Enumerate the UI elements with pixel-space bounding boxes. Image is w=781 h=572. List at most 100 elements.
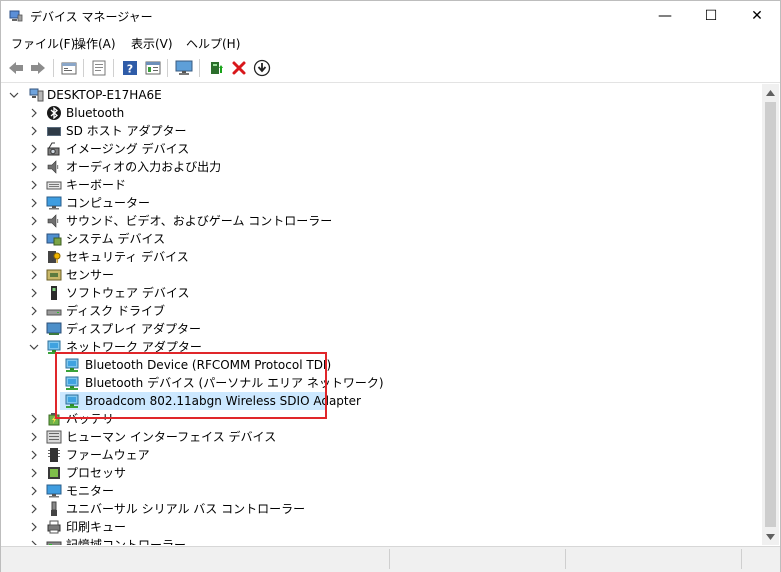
sd-host-icon bbox=[46, 123, 62, 139]
tree-item-label: コンピューター bbox=[66, 196, 151, 210]
tree-category[interactable]: ヒューマン インターフェイス デバイス bbox=[2, 428, 762, 446]
menu-file[interactable]: ファイル(F) bbox=[11, 35, 75, 52]
toolbar-separator bbox=[53, 59, 54, 77]
expand-chevron-right-icon[interactable] bbox=[28, 215, 40, 227]
security-key-icon bbox=[46, 249, 62, 265]
tree-category[interactable]: ソフトウェア デバイス bbox=[2, 284, 762, 302]
expand-chevron-right-icon[interactable] bbox=[28, 323, 40, 335]
computer-root-icon bbox=[28, 87, 44, 103]
hid-icon bbox=[46, 429, 62, 445]
annotation-highlight-box bbox=[55, 352, 327, 419]
tree-item-label: SD ホスト アダプター bbox=[66, 124, 187, 138]
tree-item-label: DESKTOP-E17HA6E bbox=[47, 88, 162, 102]
tree-category[interactable]: Bluetooth bbox=[2, 104, 762, 122]
tree-category[interactable]: キーボード bbox=[2, 176, 762, 194]
menu-view[interactable]: 表示(V) bbox=[131, 35, 173, 52]
title-bar: デバイス マネージャー — ☐ ✕ bbox=[1, 1, 780, 31]
tree-category[interactable]: イメージング デバイス bbox=[2, 140, 762, 158]
tree-category[interactable]: プロセッサ bbox=[2, 464, 762, 482]
forward-arrow-icon[interactable] bbox=[28, 58, 48, 78]
expand-chevron-right-icon[interactable] bbox=[28, 305, 40, 317]
expand-chevron-right-icon[interactable] bbox=[28, 125, 40, 137]
expand-chevron-right-icon[interactable] bbox=[28, 485, 40, 497]
maximize-icon: ☐ bbox=[704, 8, 718, 24]
window-title: デバイス マネージャー bbox=[30, 10, 153, 24]
help-icon[interactable]: ? bbox=[120, 58, 140, 78]
expand-chevron-right-icon[interactable] bbox=[28, 467, 40, 479]
expand-chevron-right-icon[interactable] bbox=[28, 107, 40, 119]
tree-category[interactable]: ユニバーサル シリアル バス コントローラー bbox=[2, 500, 762, 518]
expand-chevron-down-icon[interactable] bbox=[28, 341, 40, 353]
tree-category[interactable]: センサー bbox=[2, 266, 762, 284]
expand-chevron-right-icon[interactable] bbox=[28, 143, 40, 155]
tree-category[interactable]: SD ホスト アダプター bbox=[2, 122, 762, 140]
tree-item-label: オーディオの入力および出力 bbox=[66, 160, 222, 174]
expand-chevron-right-icon[interactable] bbox=[28, 179, 40, 191]
tree-category[interactable]: システム デバイス bbox=[2, 230, 762, 248]
computer-icon bbox=[46, 195, 62, 211]
close-button[interactable]: ✕ bbox=[734, 1, 780, 31]
scroll-down-arrow-icon[interactable] bbox=[762, 528, 779, 545]
tree-item-label: セキュリティ デバイス bbox=[66, 250, 189, 264]
tree-category[interactable]: コンピューター bbox=[2, 194, 762, 212]
expand-chevron-right-icon[interactable] bbox=[28, 197, 40, 209]
menu-action[interactable]: 操作(A) bbox=[74, 35, 116, 52]
expand-chevron-right-icon[interactable] bbox=[28, 413, 40, 425]
toolbar-separator bbox=[199, 59, 200, 77]
tree-item-label: モニター bbox=[66, 484, 115, 498]
tree-category[interactable]: セキュリティ デバイス bbox=[2, 248, 762, 266]
expand-chevron-right-icon[interactable] bbox=[28, 521, 40, 533]
toolbar-separator bbox=[167, 59, 168, 77]
device-properties-icon[interactable] bbox=[59, 58, 79, 78]
tree-item-label: 印刷キュー bbox=[66, 520, 127, 534]
speaker-icon bbox=[46, 213, 62, 229]
vertical-scrollbar[interactable] bbox=[762, 84, 779, 545]
tree-item-label: イメージング デバイス bbox=[66, 142, 190, 156]
expand-chevron-right-icon[interactable] bbox=[28, 233, 40, 245]
scroll-up-arrow-icon[interactable] bbox=[762, 84, 779, 101]
scrollbar-thumb[interactable] bbox=[765, 102, 776, 527]
tree-category[interactable]: モニター bbox=[2, 482, 762, 500]
keyboard-icon bbox=[46, 177, 62, 193]
view-icon[interactable] bbox=[143, 58, 163, 78]
close-icon: ✕ bbox=[751, 8, 763, 24]
uninstall-icon[interactable] bbox=[229, 58, 249, 78]
display-adapter-icon bbox=[46, 321, 62, 337]
expand-chevron-right-icon[interactable] bbox=[28, 251, 40, 263]
status-bar bbox=[1, 546, 780, 572]
expand-chevron-right-icon[interactable] bbox=[28, 269, 40, 281]
tree-category[interactable]: サウンド、ビデオ、およびゲーム コントローラー bbox=[2, 212, 762, 230]
toolbar-separator bbox=[83, 59, 84, 77]
expand-chevron-down-icon[interactable] bbox=[8, 89, 20, 101]
download-icon[interactable] bbox=[252, 58, 272, 78]
status-bar-divider bbox=[389, 549, 390, 569]
expand-chevron-right-icon[interactable] bbox=[28, 161, 40, 173]
tree-item-label: ソフトウェア デバイス bbox=[66, 286, 190, 300]
toolbar-separator bbox=[113, 59, 114, 77]
maximize-button[interactable]: ☐ bbox=[688, 1, 734, 31]
menu-bar: ファイル(F) 操作(A) 表示(V) ヘルプ(H) bbox=[1, 32, 780, 54]
update-driver-icon[interactable] bbox=[206, 58, 226, 78]
tree-root-computer[interactable]: DESKTOP-E17HA6E bbox=[2, 86, 762, 104]
monitor-icon[interactable] bbox=[174, 58, 194, 78]
tree-category[interactable]: ディスク ドライブ bbox=[2, 302, 762, 320]
expand-chevron-right-icon[interactable] bbox=[28, 431, 40, 443]
bluetooth-icon bbox=[46, 105, 62, 121]
device-manager-window: デバイス マネージャー — ☐ ✕ ファイル(F) 操作(A) 表示(V) ヘル… bbox=[0, 0, 781, 572]
expand-chevron-right-icon[interactable] bbox=[28, 449, 40, 461]
expand-chevron-right-icon[interactable] bbox=[28, 539, 40, 545]
show-hide-icon[interactable] bbox=[89, 58, 109, 78]
expand-chevron-right-icon[interactable] bbox=[28, 503, 40, 515]
sensor-icon bbox=[46, 267, 62, 283]
tree-category[interactable]: ファームウェア bbox=[2, 446, 762, 464]
tree-category[interactable]: 記憶域コントローラー bbox=[2, 536, 762, 545]
device-tree: DESKTOP-E17HA6E Bluetooth SD ホスト アダプター イメージ… bbox=[2, 84, 762, 545]
tree-category[interactable]: 印刷キュー bbox=[2, 518, 762, 536]
minimize-button[interactable]: — bbox=[642, 1, 688, 31]
back-arrow-icon[interactable] bbox=[6, 58, 26, 78]
tree-category[interactable]: オーディオの入力および出力 bbox=[2, 158, 762, 176]
tree-item-label: キーボード bbox=[66, 178, 127, 192]
expand-chevron-right-icon[interactable] bbox=[28, 287, 40, 299]
menu-help[interactable]: ヘルプ(H) bbox=[186, 35, 240, 52]
tree-category[interactable]: ディスプレイ アダプター bbox=[2, 320, 762, 338]
